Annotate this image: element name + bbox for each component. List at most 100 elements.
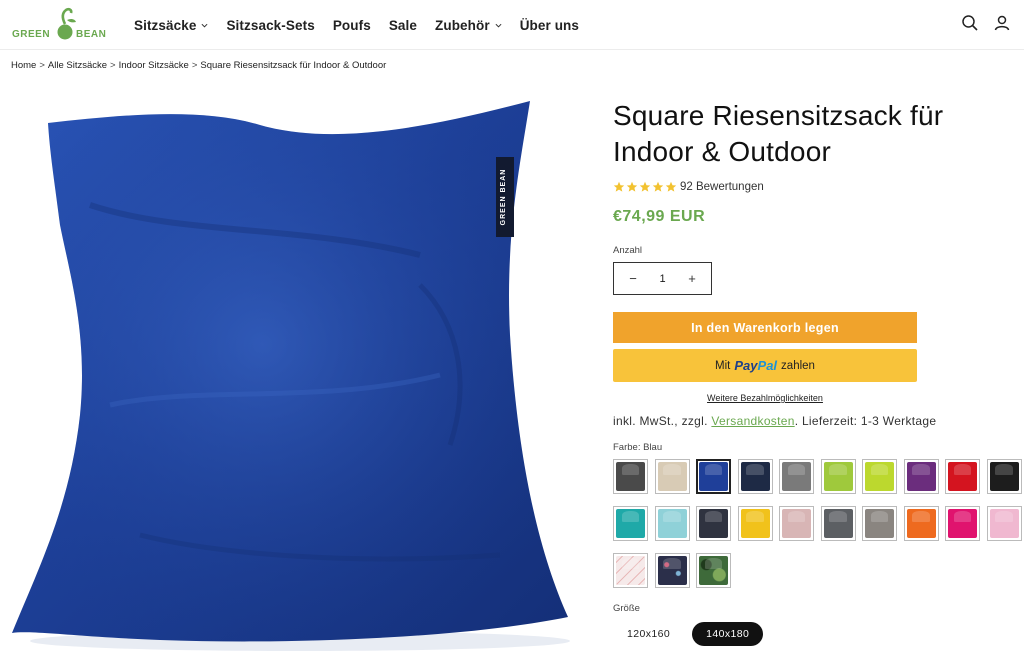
paypal-logo-pay: Pay: [734, 358, 758, 373]
swatch-bag-image: [657, 462, 687, 491]
size-option-140x180[interactable]: 140x180: [692, 622, 764, 646]
svg-text:GREEN: GREEN: [12, 29, 50, 40]
color-swatch-gelb[interactable]: [737, 506, 773, 541]
paypal-button[interactable]: Mit PayPal zahlen: [613, 349, 917, 382]
star-icon: [626, 181, 638, 192]
color-swatch-muster-navy[interactable]: [654, 553, 690, 588]
tax-prefix: inkl. MwSt., zzgl.: [613, 414, 708, 428]
color-swatch-rot[interactable]: [945, 459, 980, 494]
size-option-120x160[interactable]: 120x160: [613, 622, 684, 646]
breadcrumb-current: Square Riesensitzsack für Indoor & Outdo…: [200, 60, 387, 71]
tax-suffix: . Lieferzeit: 1-3 Werktage: [794, 414, 937, 428]
breadcrumb-separator: >: [110, 60, 116, 71]
swatch-bag-image: [823, 462, 853, 491]
quantity-stepper: − 1 +: [613, 262, 712, 295]
color-swatch-tuerkis[interactable]: [613, 506, 648, 541]
nav-label: Poufs: [332, 17, 371, 33]
swatch-bag-image: [616, 509, 645, 538]
swatch-bag-image: [906, 462, 936, 491]
green-bean-logo[interactable]: GREEN BEAN: [10, 6, 110, 44]
swatch-bag-image: [616, 462, 645, 491]
breadcrumb-separator: >: [191, 60, 198, 71]
paypal-logo-pal: Pal: [757, 358, 778, 373]
color-swatch-rosa-grau[interactable]: [779, 506, 814, 541]
rating-stars: [613, 181, 677, 193]
nav-item-ueber-uns[interactable]: Über uns: [520, 18, 579, 33]
swatch-bag-image: [906, 509, 936, 538]
color-swatch-orange[interactable]: [903, 506, 939, 541]
swatch-bag-image: [740, 509, 770, 538]
star-icon: [613, 181, 625, 192]
paypal-logo: PayPal: [734, 358, 777, 373]
svg-text:BEAN: BEAN: [76, 29, 106, 40]
color-swatch-beige[interactable]: [654, 459, 690, 494]
swatch-bag-image: [948, 462, 977, 491]
quantity-increase-button[interactable]: +: [685, 271, 699, 286]
breadcrumb-alle-sitzsaecke[interactable]: Alle Sitzsäcke: [48, 60, 107, 71]
nav-label: Sitzsack-Sets: [226, 17, 315, 33]
size-label: Größe: [613, 603, 640, 614]
swatch-bag-image: [989, 462, 1019, 491]
breadcrumb-home[interactable]: Home: [11, 60, 36, 71]
swatch-bag-image: [740, 462, 770, 491]
star-icon: [652, 181, 664, 192]
quantity-label: Anzahl: [613, 245, 643, 256]
swatch-bag-image: [823, 509, 853, 538]
swatch-bag-image: [989, 509, 1019, 538]
swatch-bag-image: [865, 509, 894, 538]
color-swatch-muster-rosa[interactable]: [613, 553, 648, 588]
bag-label-text: GREEN BEAN: [500, 169, 507, 226]
color-swatch-lime[interactable]: [820, 459, 856, 494]
nav-label: Über uns: [519, 17, 580, 33]
breadcrumb: Home > Alle Sitzsäcke > Indoor Sitzsäcke…: [11, 60, 386, 71]
star-icon: [639, 181, 651, 192]
color-swatch-schwarz[interactable]: [986, 459, 1022, 494]
nav-item-sale[interactable]: Sale: [389, 18, 417, 33]
account-icon[interactable]: [992, 13, 1012, 33]
color-swatch-pink[interactable]: [945, 506, 980, 541]
product-price: €74,99 EUR: [613, 208, 706, 225]
search-icon[interactable]: [960, 13, 980, 33]
color-swatch-rosa[interactable]: [986, 506, 1022, 541]
color-swatch-grau[interactable]: [779, 459, 814, 494]
color-swatch-lila[interactable]: [903, 459, 939, 494]
header-icons: [960, 13, 1012, 33]
swatch-bag-image: [657, 556, 687, 585]
color-swatch-anthrazit[interactable]: [613, 459, 648, 494]
swatch-bag-image: [865, 462, 894, 491]
color-swatch-dunkelgrau[interactable]: [696, 506, 731, 541]
breadcrumb-indoor-sitzsaecke[interactable]: Indoor Sitzsäcke: [119, 60, 189, 71]
swatch-bag-image: [948, 509, 977, 538]
swatch-bag-image: [616, 556, 645, 585]
color-swatch-camouflage[interactable]: [696, 553, 731, 588]
swatch-bag-image: [699, 462, 728, 491]
swatch-bag-image: [782, 509, 811, 538]
breadcrumb-separator: >: [39, 60, 45, 71]
shipping-costs-link[interactable]: Versandkosten: [711, 414, 794, 428]
color-label: Farbe: Blau: [613, 442, 663, 453]
color-swatch-navy[interactable]: [737, 459, 773, 494]
quantity-decrease-button[interactable]: −: [626, 271, 640, 286]
more-payment-options-link[interactable]: Weitere Bezahlmöglichkeiten: [613, 393, 917, 403]
nav-item-sitzsack-sets[interactable]: Sitzsack-Sets: [226, 18, 314, 33]
tax-shipping-info: inkl. MwSt., zzgl. Versandkosten. Liefer…: [613, 414, 936, 428]
chevron-down-icon: [495, 23, 502, 28]
review-count: 92 Bewertungen: [680, 181, 764, 193]
nav-item-poufs[interactable]: Poufs: [333, 18, 371, 33]
nav-label: Sitzsäcke: [134, 17, 197, 33]
nav-item-zubehoer[interactable]: Zubehör: [435, 18, 502, 33]
color-swatch-apfelgruen[interactable]: [862, 459, 897, 494]
color-swatch-graphit[interactable]: [820, 506, 856, 541]
quantity-value[interactable]: 1: [659, 273, 665, 285]
nav-item-sitzsaecke[interactable]: Sitzsäcke: [134, 18, 208, 33]
color-swatch-taupe[interactable]: [862, 506, 897, 541]
color-swatch-hellblau[interactable]: [654, 506, 690, 541]
paypal-prefix: Mit: [715, 359, 731, 372]
product-image[interactable]: GREEN BEAN: [0, 85, 600, 653]
star-icon: [665, 181, 677, 192]
color-swatch-blau[interactable]: [696, 459, 731, 494]
product-rating[interactable]: 92 Bewertungen: [613, 181, 764, 193]
nav-label: Zubehör: [435, 17, 490, 33]
size-options: 120x160 140x180: [613, 622, 764, 646]
add-to-cart-button[interactable]: In den Warenkorb legen: [613, 312, 917, 343]
